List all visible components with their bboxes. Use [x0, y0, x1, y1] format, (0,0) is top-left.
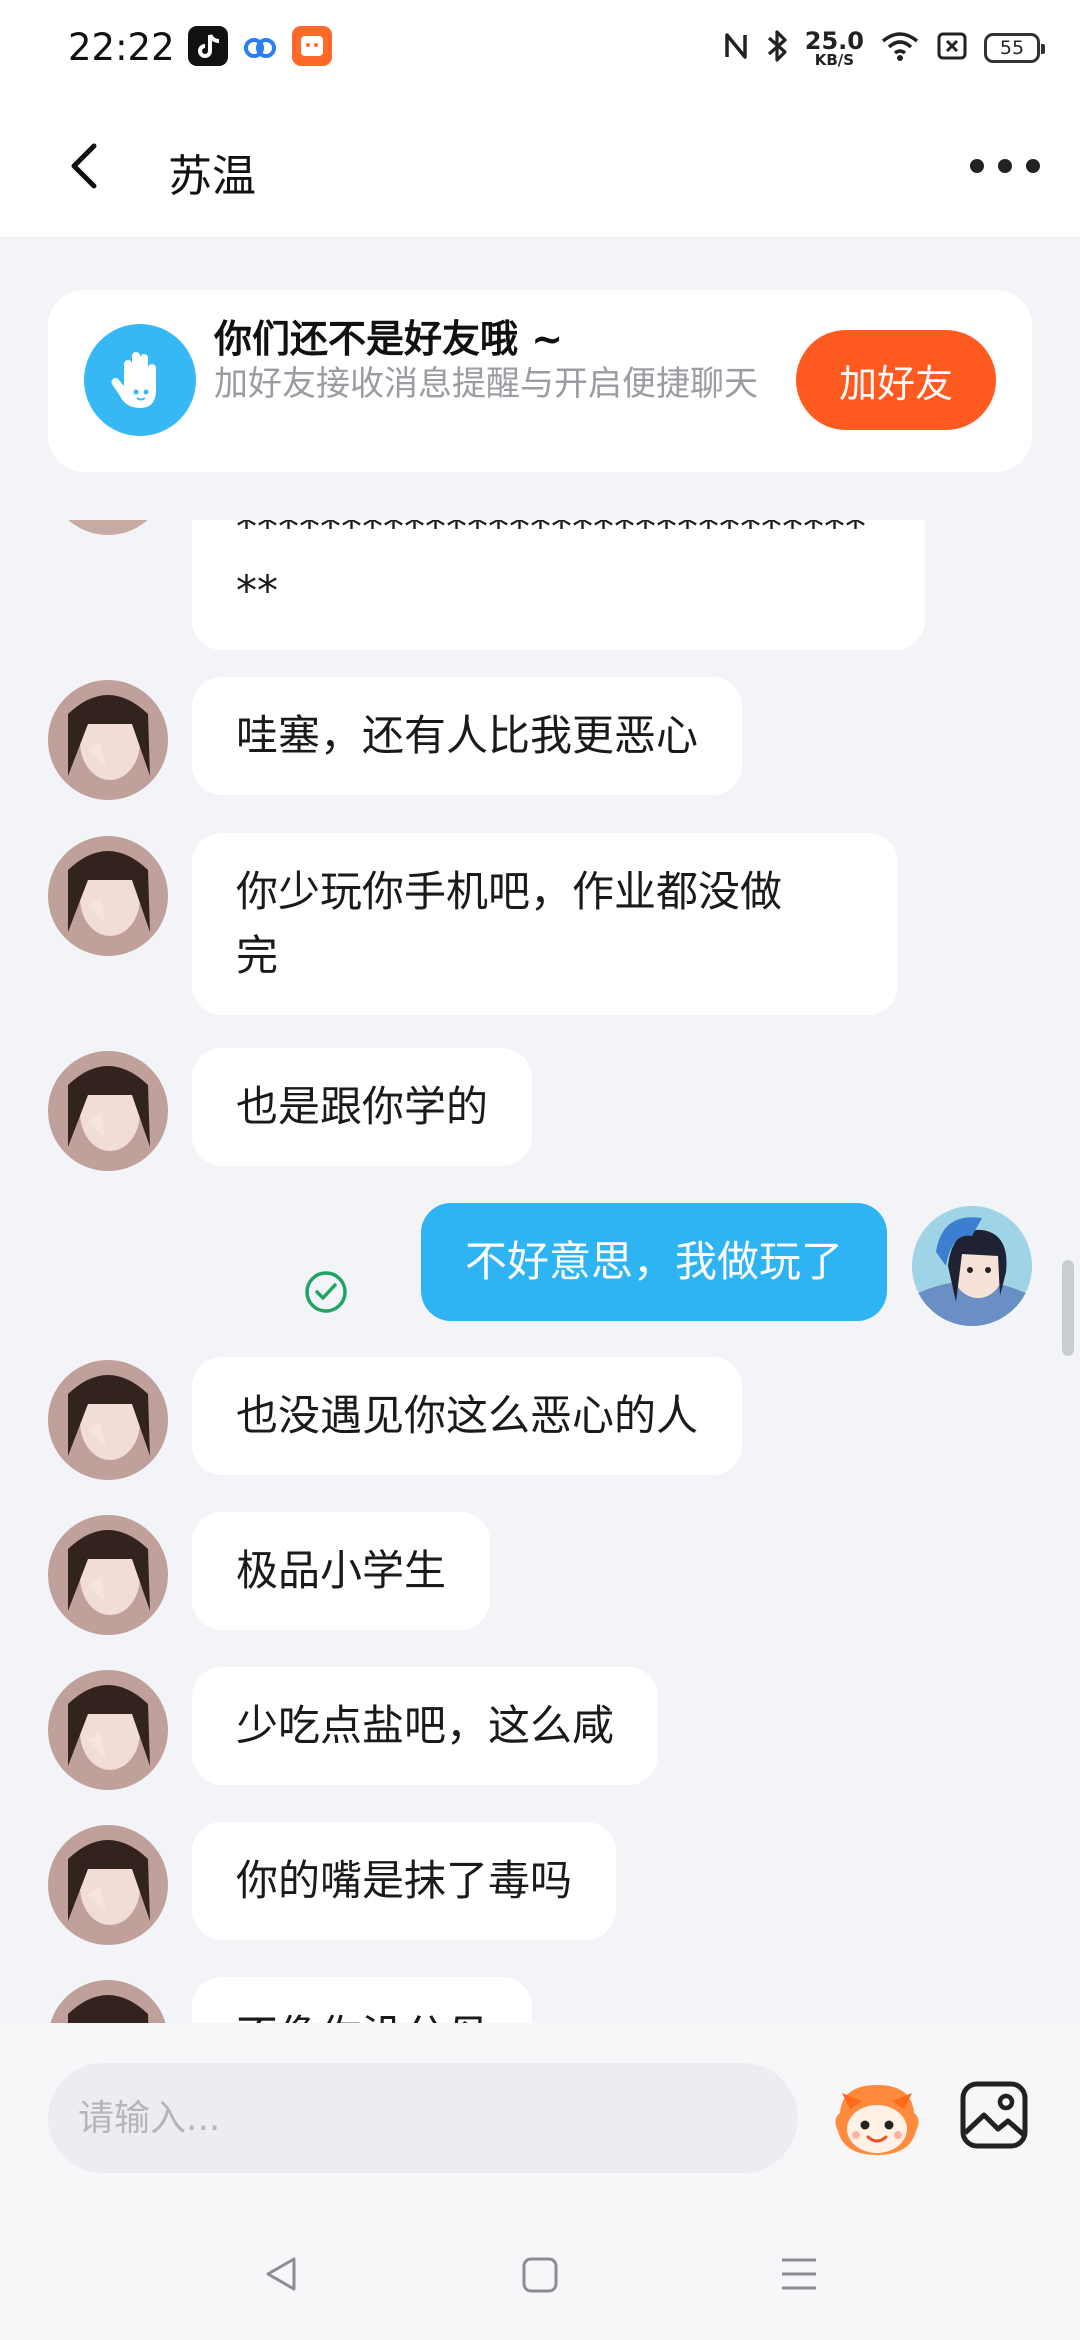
add-friend-button[interactable]: 加好友 — [796, 330, 996, 430]
message-bubble[interactable]: 哇塞，还有人比我更恶心 — [192, 677, 743, 795]
contact-avatar[interactable] — [48, 1515, 168, 1635]
status-bar: 22:22 25.0 KB/S 55 — [0, 0, 1080, 96]
more-button[interactable] — [970, 146, 1040, 186]
chevron-left-icon — [71, 143, 97, 189]
emoji-mascot-icon — [835, 2085, 919, 2155]
image-button[interactable] — [958, 2079, 1030, 2151]
banner-title: 你们还不是好友哦 ~ — [214, 317, 564, 361]
contact-avatar[interactable] — [48, 680, 168, 800]
contact-avatar[interactable] — [48, 1670, 168, 1790]
input-bar — [0, 2023, 1080, 2203]
nav-back-icon[interactable] — [260, 2253, 302, 2295]
more-dot — [970, 159, 984, 173]
net-speed-unit: KB/S — [814, 50, 855, 69]
battery-icon: 55 — [984, 33, 1045, 63]
message-list[interactable]: ****************************** ** 哇塞，还有人… — [0, 520, 1080, 2023]
message-bubble[interactable]: ****************************** ** — [192, 520, 925, 650]
more-dot — [998, 159, 1012, 173]
cloud-app-icon — [240, 26, 280, 66]
hand-icon — [84, 324, 196, 436]
nfc-icon — [723, 29, 749, 67]
shop-app-icon — [292, 26, 332, 66]
nav-home-icon[interactable] — [520, 2255, 560, 2295]
status-time: 22:22 — [68, 26, 175, 69]
more-dot — [1026, 159, 1040, 173]
message-bubble[interactable]: 你的嘴是抹了毒吗 — [192, 1822, 617, 1940]
contact-avatar[interactable] — [48, 1980, 168, 2023]
message-bubble[interactable]: 极品小学生 — [192, 1512, 491, 1630]
self-avatar[interactable] — [912, 1206, 1032, 1326]
tiktok-icon — [188, 26, 228, 66]
message-bubble[interactable]: 你少玩你手机吧，作业都没做 完 — [192, 833, 898, 1015]
chat-title: 苏温 — [168, 151, 256, 202]
chat-header: 苏温 — [0, 96, 1080, 238]
contact-avatar[interactable] — [48, 520, 168, 535]
message-bubble[interactable]: 也是跟你学的 — [192, 1048, 533, 1166]
contact-avatar[interactable] — [48, 1360, 168, 1480]
bluetooth-icon — [765, 28, 789, 68]
add-friend-banner: 你们还不是好友哦 ~ 加好友接收消息提醒与开启便捷聊天 加好友 — [48, 290, 1032, 472]
message-bubble[interactable]: 也没遇见你这么恶心的人 — [192, 1357, 743, 1475]
emoji-button[interactable] — [832, 2079, 922, 2159]
contact-avatar[interactable] — [48, 836, 168, 956]
read-check-icon — [305, 1271, 347, 1313]
nav-menu-icon[interactable] — [778, 2253, 820, 2295]
banner-description: 加好友接收消息提醒与开启便捷聊天 — [214, 364, 758, 404]
contact-avatar[interactable] — [48, 1051, 168, 1171]
message-bubble-self[interactable]: 不好意思，我做玩了 — [420, 1203, 887, 1321]
system-nav-bar — [0, 2203, 1080, 2340]
no-sim-icon — [936, 30, 968, 66]
contact-avatar[interactable] — [48, 1825, 168, 1945]
message-input[interactable] — [48, 2063, 798, 2173]
wifi-icon — [880, 30, 920, 66]
net-speed: 25.0 KB/S — [805, 29, 864, 68]
net-speed-value: 25.0 — [804, 26, 864, 55]
message-bubble[interactable]: 少吃点盐吧，这么咸 — [192, 1667, 659, 1785]
status-right-group: 25.0 KB/S 55 — [723, 22, 1045, 74]
back-button[interactable] — [56, 136, 116, 196]
image-icon — [960, 2081, 1028, 2149]
scrollbar[interactable] — [1062, 1260, 1074, 1356]
message-bubble[interactable]: 不像你没分母 — [192, 1977, 533, 2023]
